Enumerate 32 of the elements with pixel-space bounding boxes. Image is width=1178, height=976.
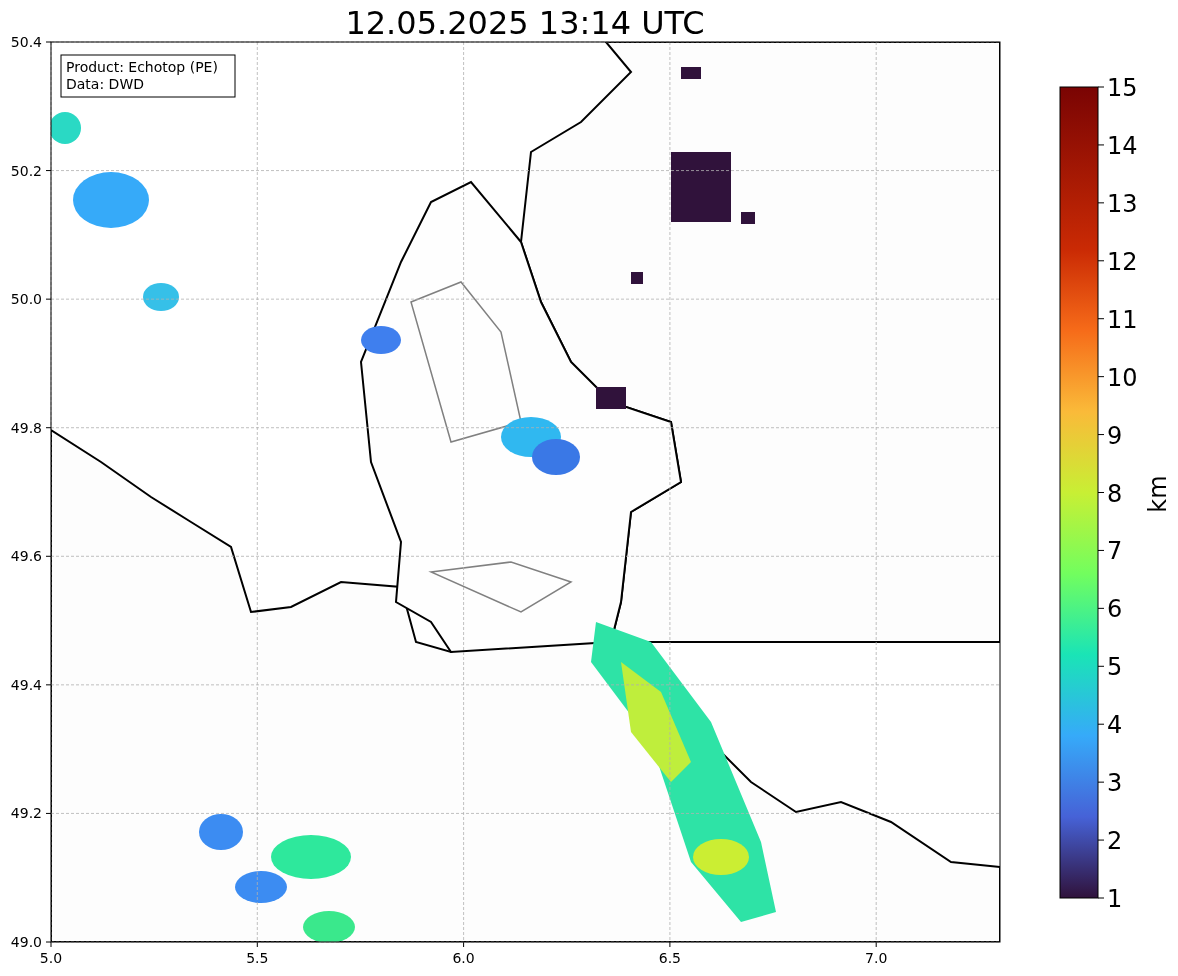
colorbar-tick-label: 9 bbox=[1107, 421, 1123, 450]
x-tick-label: 5.5 bbox=[246, 950, 269, 966]
colorbar-tick-label: 8 bbox=[1107, 479, 1123, 508]
colorbar-tick-label: 7 bbox=[1107, 537, 1123, 566]
colorbar-tick-label: 10 bbox=[1107, 363, 1138, 392]
y-tick-label: 50.4 bbox=[10, 34, 42, 50]
colorbar-tick-label: 5 bbox=[1107, 653, 1123, 682]
y-tick-label: 49.0 bbox=[10, 934, 42, 950]
y-tick-label: 49.4 bbox=[10, 676, 42, 693]
colorbar-tick-label: 13 bbox=[1107, 189, 1138, 218]
plot-title: 12.05.2025 13:14 UTC bbox=[345, 4, 705, 42]
y-tick-label: 50.2 bbox=[10, 162, 42, 179]
colorbar-tick-label: 1 bbox=[1107, 885, 1123, 913]
colorbar-tick-label: 12 bbox=[1107, 247, 1138, 276]
colorbar-tick-label: 6 bbox=[1107, 595, 1123, 624]
x-tick-label: 5.0 bbox=[39, 950, 63, 966]
colorbar-tick-label: 15 bbox=[1107, 74, 1138, 102]
colorbar-tick-label: 4 bbox=[1107, 711, 1123, 740]
colorbar-label: km bbox=[1144, 475, 1172, 513]
colorbar-tick-label: 14 bbox=[1107, 131, 1138, 160]
y-tick-label: 50.0 bbox=[10, 291, 42, 308]
legend-text: Data: DWD bbox=[66, 76, 144, 92]
y-tick-label: 49.6 bbox=[10, 548, 42, 565]
x-tick-label: 7.0 bbox=[865, 950, 888, 966]
colorbar-tick-label: 3 bbox=[1107, 769, 1123, 798]
x-tick-label: 6.0 bbox=[452, 950, 475, 966]
x-tick-label: 6.5 bbox=[658, 950, 682, 966]
y-tick-label: 49.2 bbox=[10, 805, 42, 822]
y-tick-label: 49.8 bbox=[10, 419, 42, 436]
colorbar-tick-label: 2 bbox=[1107, 827, 1123, 856]
colorbar-tick-label: 11 bbox=[1107, 305, 1138, 334]
legend-text: Product: Echotop (PE) bbox=[66, 59, 218, 75]
